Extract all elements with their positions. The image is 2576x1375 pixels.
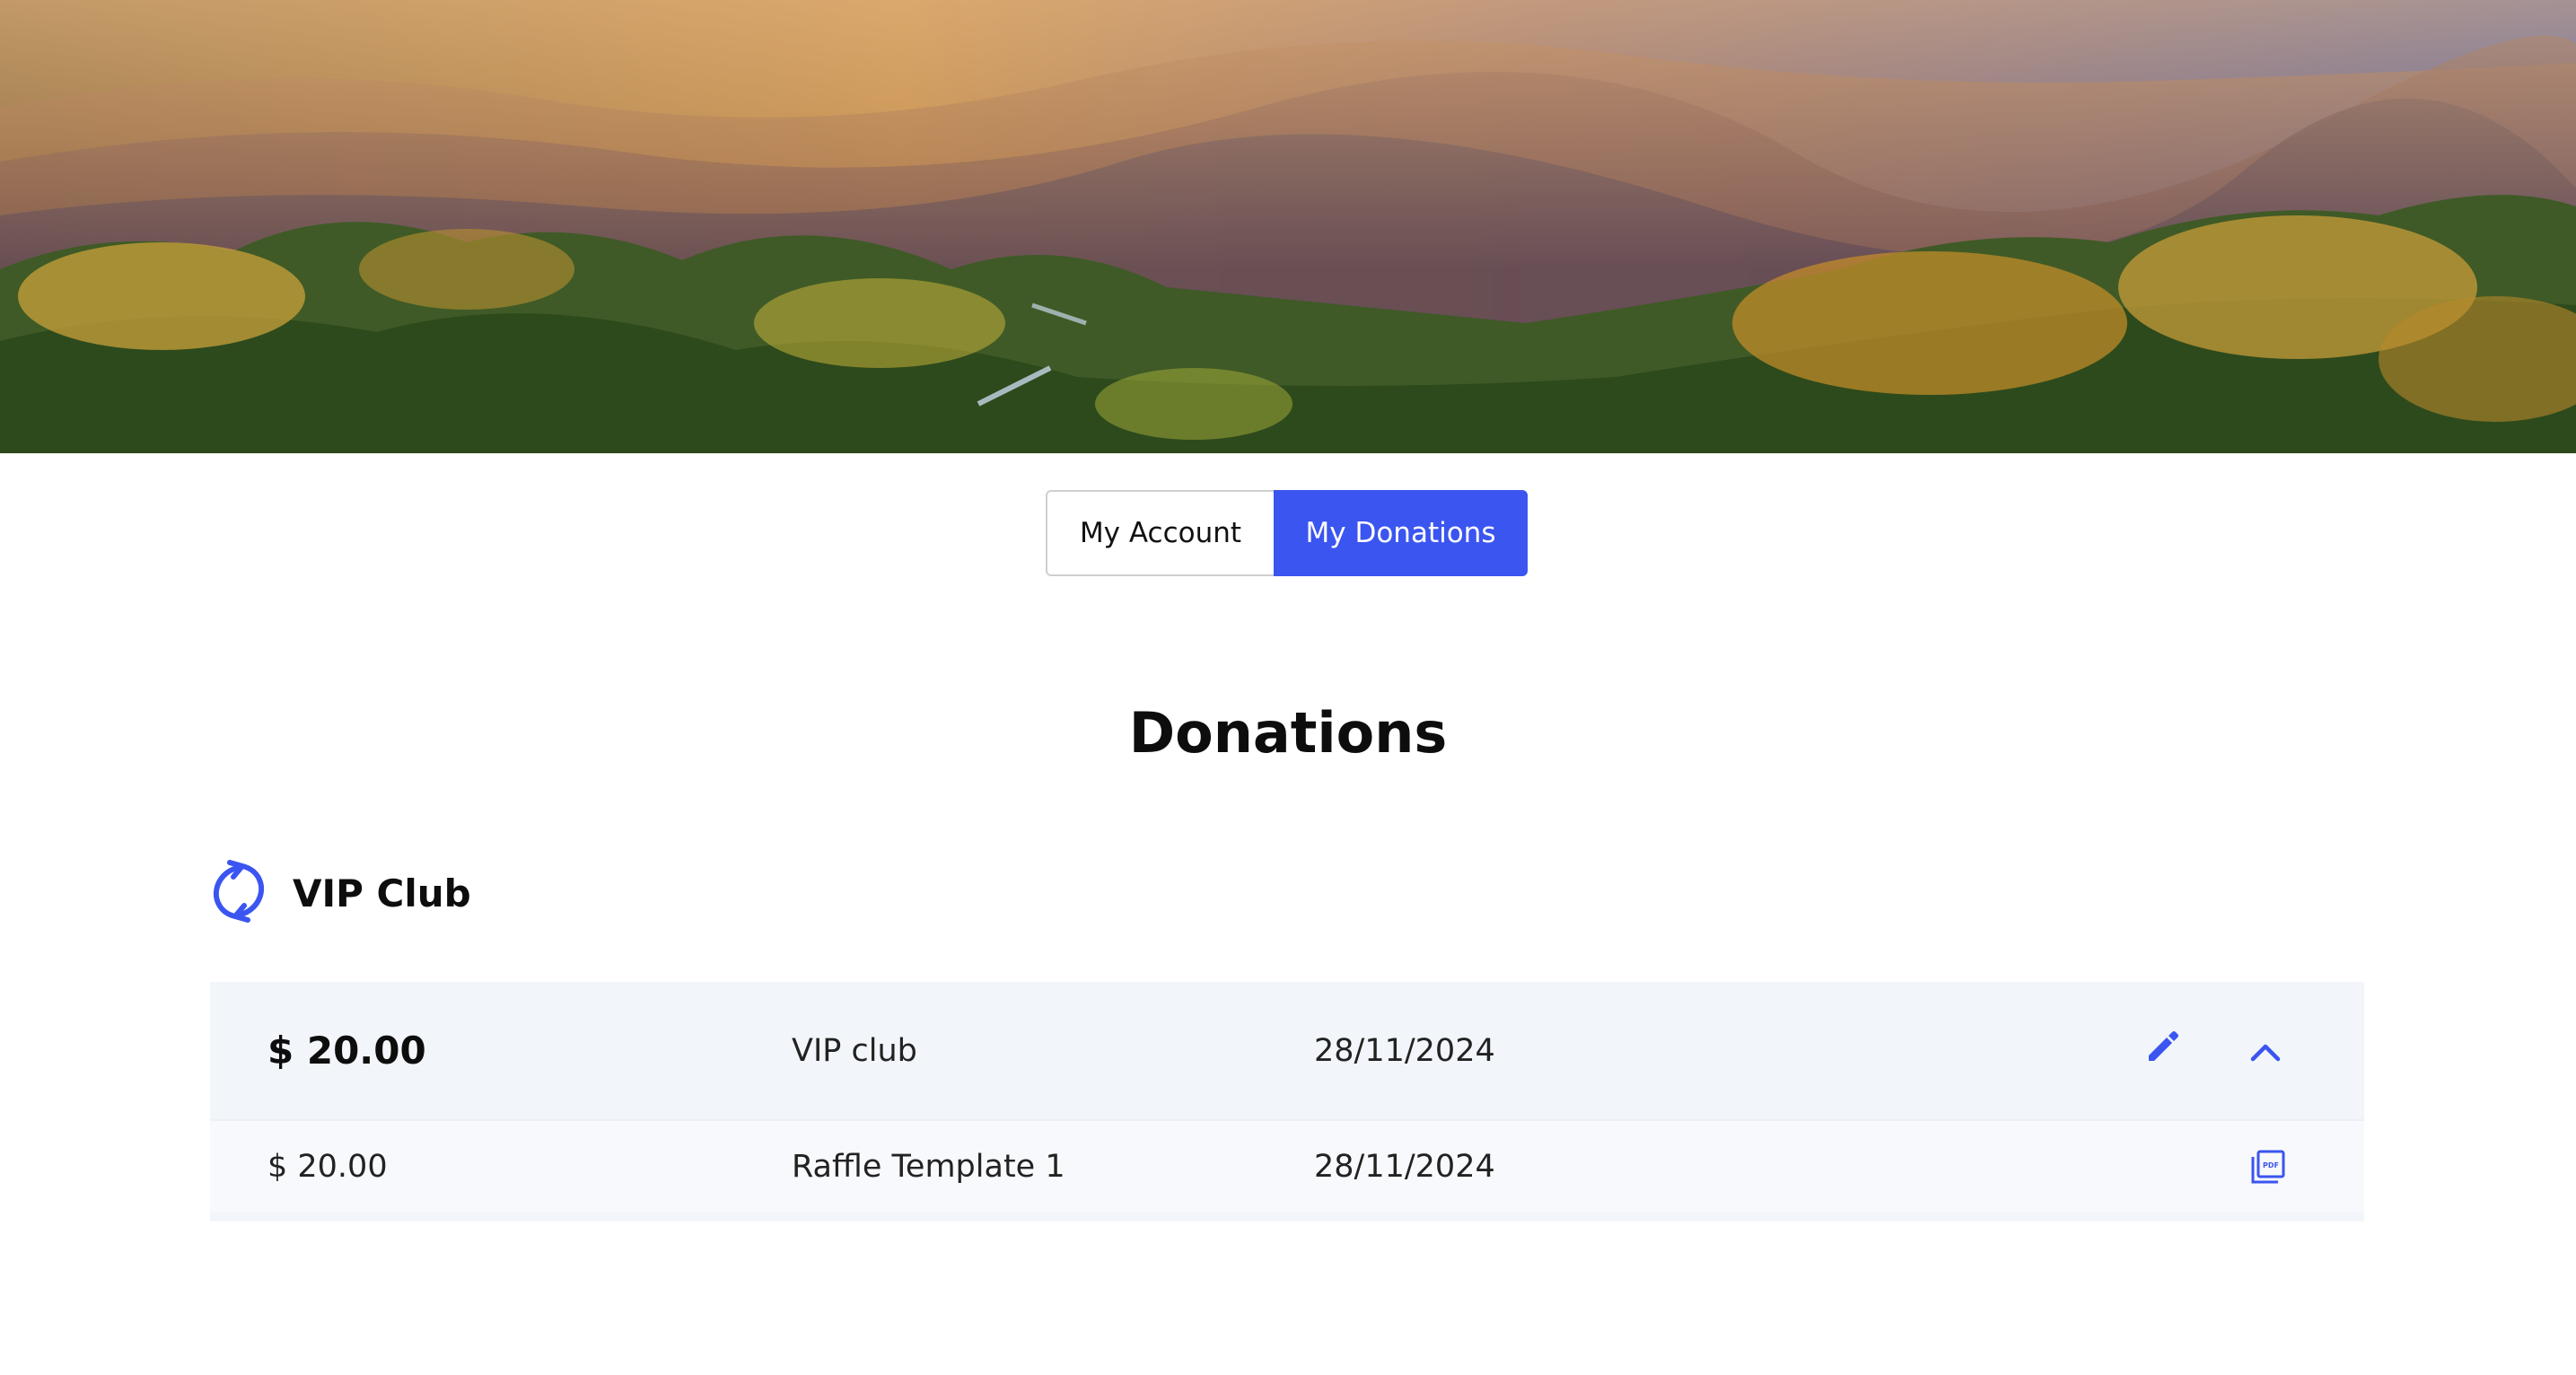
donation-amount: $ 20.00 [267,1029,426,1073]
section-header: VIP Club [206,859,471,927]
item-name: Raffle Template 1 [792,1149,1065,1185]
donation-table: $ 20.00 VIP club 28/11/2024 $ 20.00 Raff… [210,982,2364,1222]
hero-banner [0,0,2576,453]
recurring-icon [206,859,271,927]
edit-icon[interactable] [2138,1021,2188,1072]
section-title: VIP Club [293,871,471,915]
page: My Account My Donations Donations VIP Cl… [0,0,2576,1375]
page-title: Donations [1128,700,1448,766]
item-amount: $ 20.00 [267,1149,388,1185]
svg-text:PDF: PDF [2263,1161,2279,1169]
pdf-icon[interactable]: PDF [2246,1146,2289,1189]
chevron-up-icon[interactable] [2239,1025,2292,1079]
tab-my-account[interactable]: My Account [1046,490,1274,576]
donation-row[interactable]: $ 20.00 VIP club 28/11/2024 [210,982,2364,1119]
donation-date: 28/11/2024 [1314,1032,1495,1069]
tab-my-donations[interactable]: My Donations [1274,490,1528,576]
donation-item-row: $ 20.00 Raffle Template 1 28/11/2024 PDF [210,1119,2364,1222]
donation-name: VIP club [792,1032,917,1069]
account-tabs: My Account My Donations [1046,490,1528,578]
item-date: 28/11/2024 [1314,1149,1495,1185]
